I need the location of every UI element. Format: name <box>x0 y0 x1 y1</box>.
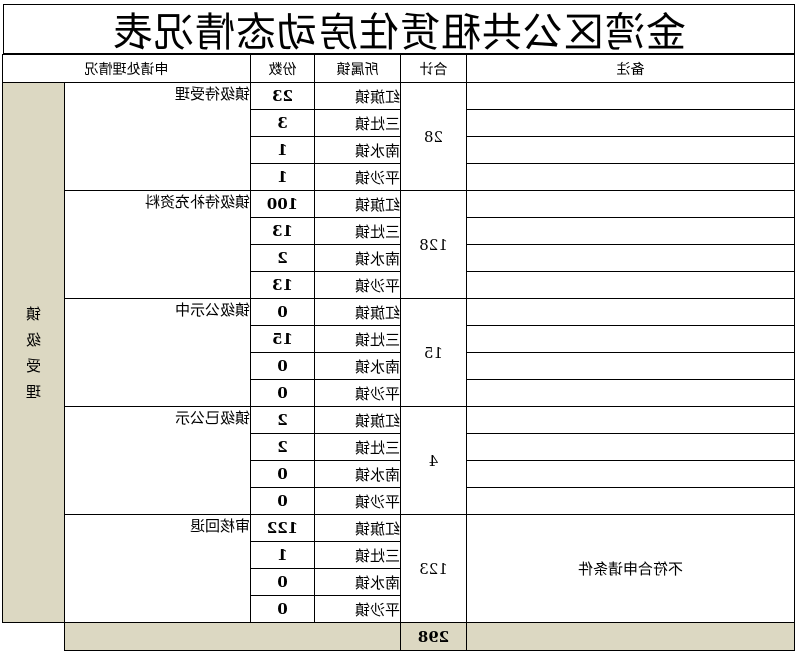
count-cell[interactable]: 0 <box>250 595 315 623</box>
count-cell[interactable]: 0 <box>250 568 315 596</box>
remark-cell[interactable] <box>466 109 795 137</box>
remark-cell-merged[interactable]: 不符合申请条件 <box>466 514 795 623</box>
town-cell[interactable]: 南水镇 <box>314 352 401 380</box>
town-cell[interactable]: 平沙镇 <box>314 487 401 515</box>
subtotal-cell[interactable]: 28 <box>400 82 467 191</box>
count-cell[interactable]: 100 <box>250 190 315 218</box>
count-cell[interactable]: 1 <box>250 163 315 191</box>
header-row: 备注 合计 所属镇 份数 申请处理情况 <box>2 54 795 83</box>
subtotal-cell[interactable]: 123 <box>400 514 467 623</box>
table-row: 128 红旗镇 100 镇级待补充资料 <box>3 190 795 299</box>
remark-cell[interactable] <box>466 433 795 461</box>
remark-cell[interactable] <box>466 325 795 353</box>
count-cell[interactable]: 3 <box>250 109 315 137</box>
town-cell[interactable]: 三灶镇 <box>314 217 401 245</box>
town-cell[interactable]: 三灶镇 <box>314 109 401 137</box>
remark-cell[interactable] <box>466 352 795 380</box>
remark-cell[interactable] <box>466 379 795 407</box>
table-row: 4 红旗镇 2 镇级已公示 <box>3 406 795 515</box>
town-cell[interactable]: 南水镇 <box>314 244 401 272</box>
table-row: 15 红旗镇 0 镇级公示中 <box>3 298 795 407</box>
remark-cell[interactable] <box>466 487 795 515</box>
total-empty-cell[interactable] <box>64 622 401 651</box>
count-cell[interactable]: 1 <box>250 541 315 569</box>
total-row: 298 <box>3 622 795 651</box>
remark-cell[interactable] <box>466 271 795 299</box>
count-cell[interactable]: 0 <box>250 298 315 326</box>
remark-cell[interactable] <box>466 217 795 245</box>
header-status[interactable]: 申请处理情况 <box>2 54 251 83</box>
status-cell[interactable]: 镇级待受理 <box>64 82 251 191</box>
count-cell[interactable]: 2 <box>250 406 315 434</box>
town-cell[interactable]: 红旗镇 <box>314 514 401 542</box>
town-cell[interactable]: 红旗镇 <box>314 190 401 218</box>
count-cell[interactable]: 1 <box>250 136 315 164</box>
status-cell[interactable]: 镇级待补充资料 <box>64 190 251 299</box>
remark-cell[interactable] <box>466 82 795 110</box>
town-cell[interactable]: 平沙镇 <box>314 271 401 299</box>
remark-cell[interactable] <box>466 136 795 164</box>
town-cell[interactable]: 南水镇 <box>314 460 401 488</box>
town-cell[interactable]: 红旗镇 <box>314 82 401 110</box>
header-count[interactable]: 份数 <box>250 54 315 83</box>
header-town[interactable]: 所属镇 <box>314 54 401 83</box>
count-cell[interactable]: 15 <box>250 325 315 353</box>
sheet-title: 金湾区公共租赁住房动态情况表 <box>3 4 795 56</box>
town-cell[interactable]: 红旗镇 <box>314 298 401 326</box>
header-remark[interactable]: 备注 <box>466 54 795 83</box>
status-cell[interactable]: 镇级已公示 <box>64 406 251 515</box>
subtotal-cell[interactable]: 128 <box>400 190 467 299</box>
remark-cell[interactable] <box>466 244 795 272</box>
town-cell[interactable]: 南水镇 <box>314 136 401 164</box>
count-cell[interactable]: 23 <box>250 82 315 110</box>
count-cell[interactable]: 0 <box>250 379 315 407</box>
town-cell[interactable]: 平沙镇 <box>314 595 401 623</box>
remark-cell[interactable] <box>466 298 795 326</box>
count-cell[interactable]: 122 <box>250 514 315 542</box>
header-subtotal[interactable]: 合计 <box>400 54 467 83</box>
count-cell[interactable]: 0 <box>250 352 315 380</box>
count-cell[interactable]: 13 <box>250 271 315 299</box>
count-cell[interactable]: 2 <box>250 433 315 461</box>
stage-cell[interactable]: 镇级受理 <box>2 82 65 623</box>
status-cell[interactable]: 镇级公示中 <box>64 298 251 407</box>
total-value[interactable]: 298 <box>400 622 467 651</box>
town-cell[interactable]: 红旗镇 <box>314 406 401 434</box>
count-cell[interactable]: 13 <box>250 217 315 245</box>
town-cell[interactable]: 平沙镇 <box>314 379 401 407</box>
subtotal-cell[interactable]: 4 <box>400 406 467 515</box>
stage-label: 镇级受理 <box>25 304 41 401</box>
remark-cell[interactable] <box>466 460 795 488</box>
town-cell[interactable]: 三灶镇 <box>314 325 401 353</box>
total-remark-cell[interactable] <box>466 622 795 651</box>
town-cell[interactable]: 三灶镇 <box>314 541 401 569</box>
table-row: 28 红旗镇 23 镇级待受理 镇级受理 <box>2 82 795 623</box>
remark-cell[interactable] <box>466 406 795 434</box>
town-cell[interactable]: 平沙镇 <box>314 163 401 191</box>
spreadsheet: 金湾区公共租赁住房动态情况表 备注 合计 所属镇 份数 申请处理情况 28 红旗… <box>0 0 799 671</box>
status-cell[interactable]: 审核回退 <box>64 514 251 623</box>
count-cell[interactable]: 0 <box>250 487 315 515</box>
remark-cell[interactable] <box>466 190 795 218</box>
count-cell[interactable]: 2 <box>250 244 315 272</box>
town-cell[interactable]: 三灶镇 <box>314 433 401 461</box>
town-cell[interactable]: 南水镇 <box>314 568 401 596</box>
subtotal-cell[interactable]: 15 <box>400 298 467 407</box>
data-table: 备注 合计 所属镇 份数 申请处理情况 28 红旗镇 23 镇级待受理 镇级受理… <box>2 54 795 651</box>
remark-cell[interactable] <box>466 163 795 191</box>
table-row: 不符合申请条件 123 红旗镇 122 审核回退 <box>3 514 795 623</box>
count-cell[interactable]: 0 <box>250 460 315 488</box>
